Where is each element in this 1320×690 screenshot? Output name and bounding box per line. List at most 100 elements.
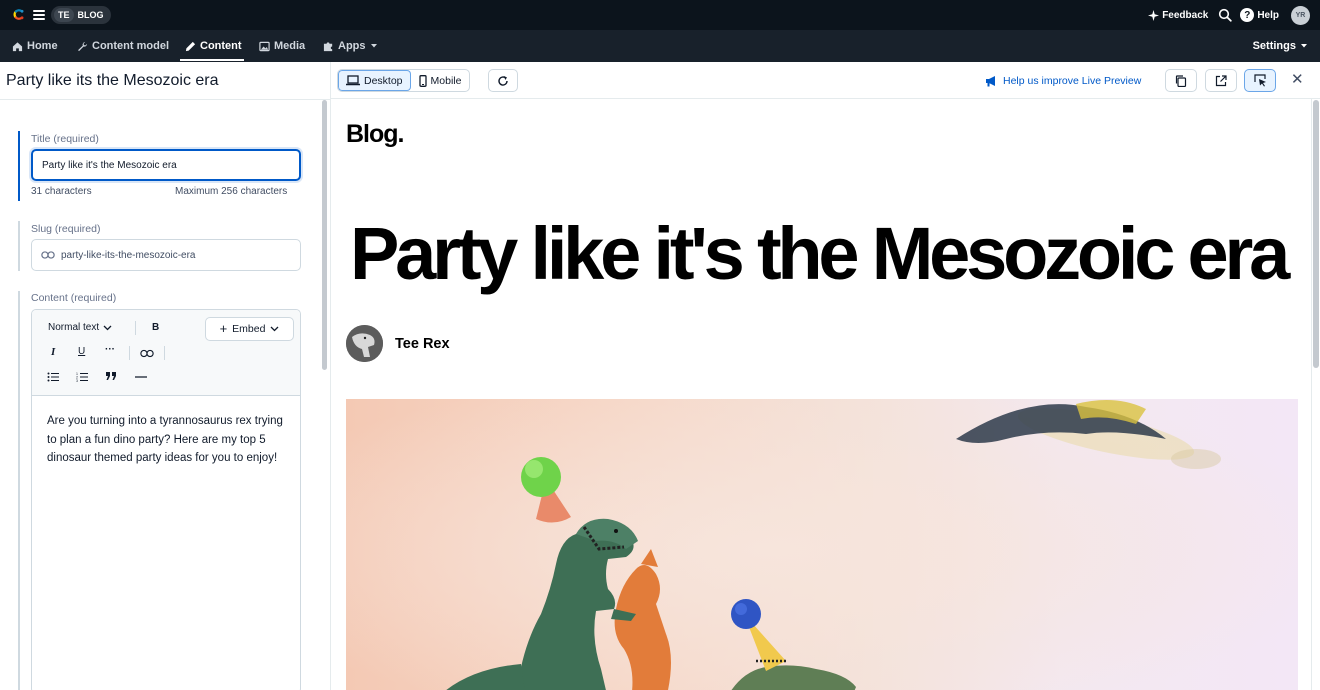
slug-label: Slug (required)	[31, 223, 101, 235]
space-name: BLOG	[77, 10, 104, 20]
field-focus-bar	[18, 131, 20, 201]
image-icon	[259, 41, 270, 51]
text-style-value: Normal text	[48, 322, 100, 333]
mobile-label: Mobile	[430, 74, 462, 87]
puzzle-icon	[323, 41, 333, 51]
search-icon[interactable]	[1218, 8, 1233, 22]
separator	[135, 321, 136, 335]
link-icon[interactable]	[140, 349, 154, 358]
post-title[interactable]: Party like it's the Mesozoic era	[350, 211, 1290, 296]
editor-scrollbar[interactable]	[322, 100, 327, 370]
dinosaur-avatar-icon	[346, 325, 383, 362]
max-chars: Maximum 256 characters	[175, 186, 288, 197]
entry-header-title: Party like its the Mesozoic era	[6, 72, 219, 89]
space-switcher[interactable]: TE BLOG	[51, 6, 111, 24]
desktop-toggle[interactable]: Desktop	[338, 70, 411, 91]
main-nav: Home Content model Content Media Apps Se…	[0, 30, 1320, 62]
separator	[164, 346, 165, 360]
help-button[interactable]: ? Help	[1240, 8, 1279, 22]
wrench-icon	[78, 41, 88, 51]
megaphone-icon	[986, 75, 995, 86]
nav-content-model[interactable]: Content model	[77, 30, 169, 62]
laptop-icon	[346, 75, 360, 86]
feedback-label: Feedback	[1162, 9, 1209, 21]
space-abbr: TE	[54, 8, 74, 22]
nav-media-label: Media	[274, 40, 306, 52]
home-icon	[12, 41, 23, 51]
bulleted-list-icon[interactable]	[47, 372, 59, 382]
phone-icon	[418, 74, 427, 87]
title-label: Title (required)	[31, 133, 99, 145]
plus-icon: +	[219, 321, 228, 336]
link-icon	[41, 251, 55, 259]
improve-live-preview-link[interactable]: Help us improve Live Preview	[985, 62, 1141, 99]
char-count: 31 characters	[31, 186, 92, 197]
separator	[129, 346, 130, 360]
nav-apps[interactable]: Apps	[323, 30, 378, 62]
text-style-dropdown[interactable]: Normal text	[48, 322, 112, 333]
pencil-icon	[185, 41, 196, 51]
title-input[interactable]: Party like it's the Mesozoic era	[31, 149, 301, 181]
copy-button[interactable]	[1165, 69, 1197, 92]
divider	[0, 99, 330, 100]
underline-button[interactable]: U	[78, 346, 85, 357]
field-bar	[18, 221, 20, 271]
refresh-button[interactable]	[488, 69, 518, 92]
nav-home[interactable]: Home	[12, 30, 58, 62]
hero-image	[346, 399, 1298, 690]
nav-media[interactable]: Media	[259, 30, 305, 62]
author-avatar	[346, 325, 383, 362]
open-external-button[interactable]	[1205, 69, 1237, 92]
desktop-label: Desktop	[364, 74, 403, 87]
field-bar	[18, 291, 20, 690]
numbered-list-icon[interactable]: 123	[76, 372, 88, 382]
menu-icon[interactable]	[33, 10, 45, 20]
rte-content[interactable]: Are you turning into a tyrannosaurus rex…	[47, 412, 287, 468]
nav-apps-label: Apps	[338, 40, 366, 52]
mobile-toggle[interactable]: Mobile	[411, 70, 470, 91]
user-avatar[interactable]: YR	[1291, 5, 1310, 25]
improve-link-label: Help us improve Live Preview	[1003, 74, 1142, 87]
copy-icon	[1175, 74, 1187, 87]
slug-input[interactable]: party-like-its-the-mesozoic-era	[31, 239, 301, 271]
party-dinosaurs-image	[346, 399, 1298, 690]
more-formatting-button[interactable]: ···	[105, 344, 115, 355]
help-label: Help	[1257, 9, 1279, 21]
live-preview: Blog. Party like it's the Mesozoic era T…	[331, 99, 1312, 690]
top-bar: TE BLOG Feedback ? Help YR	[0, 0, 1320, 30]
nav-content[interactable]: Content	[185, 30, 242, 62]
embed-button[interactable]: + Embed	[205, 317, 294, 341]
inspector-mode-button[interactable]	[1244, 69, 1276, 92]
feedback-button[interactable]: Feedback	[1148, 9, 1209, 21]
caret-down-icon	[370, 44, 377, 48]
help-icon: ?	[1240, 8, 1255, 22]
embed-label: Embed	[232, 323, 266, 335]
author-name[interactable]: Tee Rex	[395, 336, 450, 352]
chevron-down-icon	[103, 325, 112, 330]
external-link-icon	[1215, 74, 1227, 86]
preview-toolbar: Desktop Mobile Help us improve Live Prev…	[331, 62, 1320, 99]
rich-text-editor: Normal text B + Embed I U ··· 123 Are yo…	[31, 309, 301, 690]
nav-content-label: Content	[200, 40, 242, 52]
close-icon[interactable]: ✕	[1291, 72, 1304, 87]
settings-menu[interactable]: Settings	[1253, 30, 1308, 62]
nav-home-label: Home	[27, 40, 58, 52]
blog-logo[interactable]: Blog.	[346, 120, 404, 149]
rte-toolbar: Normal text B + Embed I U ··· 123	[32, 310, 300, 396]
horizontal-rule-icon[interactable]	[135, 376, 147, 378]
preview-scrollbar[interactable]	[1313, 100, 1319, 368]
nav-content-model-label: Content model	[92, 40, 169, 52]
active-tab-indicator	[180, 59, 244, 61]
caret-down-icon	[1301, 44, 1307, 48]
contentful-logo-icon[interactable]	[11, 7, 26, 22]
quote-icon[interactable]	[106, 372, 117, 381]
slug-value: party-like-its-the-mesozoic-era	[61, 249, 196, 261]
italic-button[interactable]: I	[51, 346, 55, 358]
bold-button[interactable]: B	[152, 322, 159, 333]
settings-label: Settings	[1252, 40, 1296, 52]
sparkle-icon	[1148, 9, 1160, 21]
divider	[1311, 99, 1312, 690]
chevron-down-icon	[270, 326, 279, 332]
device-toggle: Desktop Mobile	[337, 69, 471, 92]
content-label: Content (required)	[31, 292, 117, 304]
